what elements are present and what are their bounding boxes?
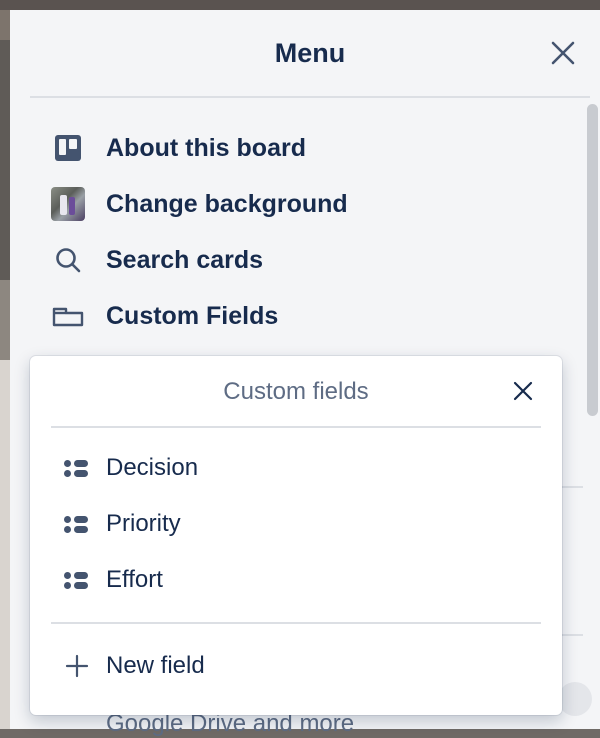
- close-popover-button[interactable]: [512, 380, 534, 402]
- popover-title: Custom fields: [223, 378, 369, 405]
- close-icon: [513, 381, 533, 401]
- menu-item-label: Custom Fields: [106, 301, 279, 330]
- dropdown-field-icon: [64, 570, 90, 590]
- menu-item-custom-fields[interactable]: Custom Fields: [50, 288, 530, 344]
- panel-header: Menu: [30, 10, 590, 98]
- custom-field-priority[interactable]: Priority: [64, 496, 524, 552]
- menu-item-label: Search cards: [106, 245, 264, 274]
- custom-field-decision[interactable]: Decision: [64, 440, 524, 496]
- menu-item-change-background[interactable]: Change background: [50, 176, 530, 232]
- menu-scrollbar[interactable]: [587, 104, 598, 416]
- custom-field-label: Decision: [106, 454, 199, 481]
- menu-item-search-cards[interactable]: Search cards: [50, 232, 530, 288]
- close-icon: [551, 41, 575, 65]
- custom-field-label: Priority: [106, 510, 181, 537]
- dropdown-field-icon: [64, 458, 90, 478]
- panel-title: Menu: [274, 38, 346, 68]
- custom-field-label: Effort: [106, 566, 163, 593]
- plus-icon: [65, 654, 89, 678]
- menu-item-label: About this board: [106, 133, 306, 162]
- menu-list: About this board Change background Searc…: [50, 120, 530, 344]
- board-icon: [50, 130, 86, 166]
- popover-divider: [51, 426, 541, 428]
- board-background: [0, 0, 600, 729]
- avatar: [558, 682, 592, 716]
- popover-divider: [51, 622, 541, 624]
- background-thumbnail: [50, 186, 86, 222]
- menu-item-about-board[interactable]: About this board: [50, 120, 530, 176]
- search-icon: [50, 242, 86, 278]
- custom-fields-popover: Custom fields Decision Priority Effort N…: [30, 356, 562, 715]
- dropdown-field-icon: [64, 514, 90, 534]
- custom-field-effort[interactable]: Effort: [64, 552, 524, 608]
- new-field-button[interactable]: New field: [64, 638, 205, 694]
- custom-field-list: Decision Priority Effort: [64, 440, 524, 608]
- menu-item-label: Change background: [106, 189, 348, 218]
- custom-fields-icon: [50, 298, 86, 334]
- close-menu-button[interactable]: [550, 40, 576, 66]
- new-field-label: New field: [106, 652, 205, 679]
